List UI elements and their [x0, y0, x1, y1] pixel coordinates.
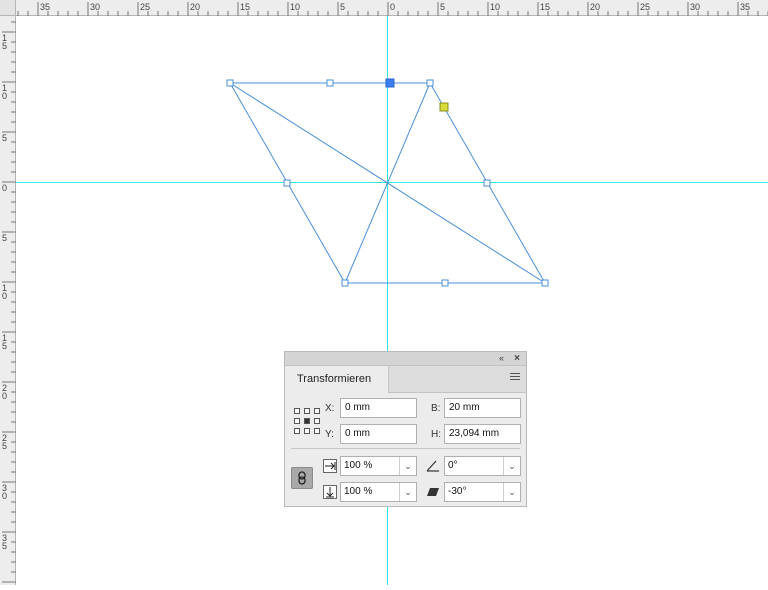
- bounding-box-handle[interactable]: [283, 179, 291, 187]
- skew-handle[interactable]: [439, 102, 449, 112]
- vertical-scale-icon: [323, 485, 337, 499]
- link-icon: [298, 471, 306, 485]
- scale-x-value: 100 %: [344, 460, 373, 471]
- scale-y-value: 100 %: [344, 486, 373, 497]
- horizontal-scale-icon: [323, 459, 337, 473]
- width-label: B:: [431, 403, 441, 414]
- bounding-box-handle[interactable]: [541, 279, 549, 287]
- chevron-down-icon[interactable]: ⌄: [503, 483, 520, 501]
- bounding-box-handle[interactable]: [226, 79, 234, 87]
- reference-point-grid-icon[interactable]: [294, 408, 320, 434]
- x-label: X:: [325, 403, 335, 414]
- rotate-value: 0°: [448, 460, 458, 471]
- height-label: H:: [431, 429, 441, 440]
- diagonal-path[interactable]: [344, 82, 431, 284]
- x-field[interactable]: 0 mm: [340, 398, 417, 418]
- height-field[interactable]: 23,094 mm: [444, 424, 521, 444]
- shear-value: -30°: [448, 486, 467, 497]
- panel-divider: [291, 448, 520, 449]
- shear-icon: [427, 488, 439, 496]
- tab-transformieren[interactable]: Transformieren: [285, 366, 389, 393]
- close-icon[interactable]: ×: [514, 352, 520, 365]
- bounding-box-handle[interactable]: [326, 79, 334, 87]
- collapse-panel-icon[interactable]: «: [499, 352, 504, 365]
- chevron-down-icon[interactable]: ⌄: [399, 457, 416, 475]
- selected-anchor-point[interactable]: [385, 78, 395, 88]
- scale-y-select[interactable]: 100 % ⌄: [340, 482, 417, 502]
- chevron-down-icon[interactable]: ⌄: [503, 457, 520, 475]
- y-label: Y:: [325, 429, 334, 440]
- scale-x-select[interactable]: 100 % ⌄: [340, 456, 417, 476]
- chevron-down-icon[interactable]: ⌄: [399, 483, 416, 501]
- width-field[interactable]: 20 mm: [444, 398, 521, 418]
- angle-icon: [426, 460, 439, 472]
- constrain-proportions-button[interactable]: [291, 467, 313, 489]
- bounding-box-handle[interactable]: [441, 279, 449, 287]
- panel-menu-icon[interactable]: [510, 373, 520, 383]
- shear-select[interactable]: -30° ⌄: [444, 482, 521, 502]
- rotate-select[interactable]: 0° ⌄: [444, 456, 521, 476]
- panel-tab-row: Transformieren: [285, 366, 526, 393]
- bounding-box-handle[interactable]: [426, 79, 434, 87]
- bounding-box-handle[interactable]: [341, 279, 349, 287]
- y-field[interactable]: 0 mm: [340, 424, 417, 444]
- panel-titlebar[interactable]: « ×: [285, 352, 526, 366]
- transform-panel: « × Transformieren X: 0 mm Y: 0 mm B: 20…: [284, 351, 527, 507]
- bounding-box-handle[interactable]: [483, 179, 491, 187]
